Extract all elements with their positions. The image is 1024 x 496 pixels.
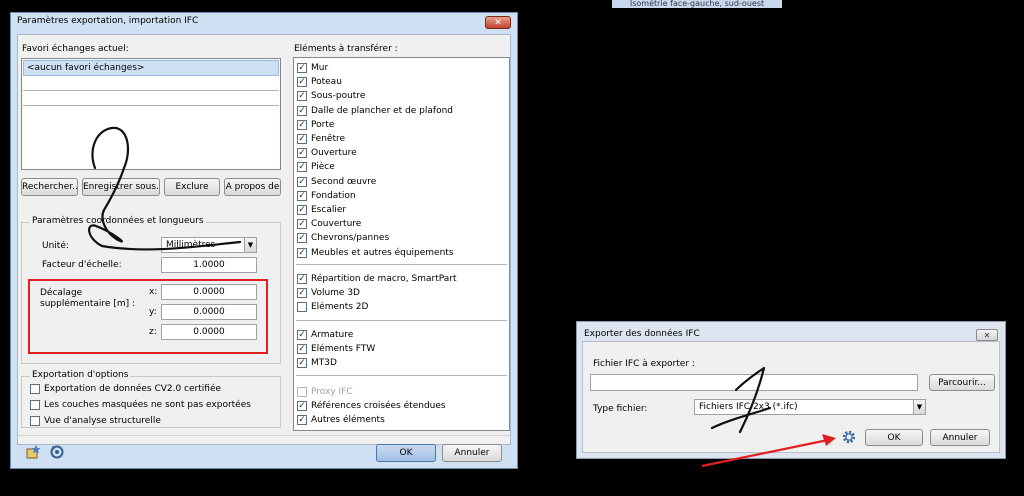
handwritten-2-annotation [88, 126, 242, 251]
red-arrow-annotation [701, 434, 836, 468]
handwritten-1-annotation [710, 366, 772, 434]
annotation-overlay [88, 126, 836, 468]
